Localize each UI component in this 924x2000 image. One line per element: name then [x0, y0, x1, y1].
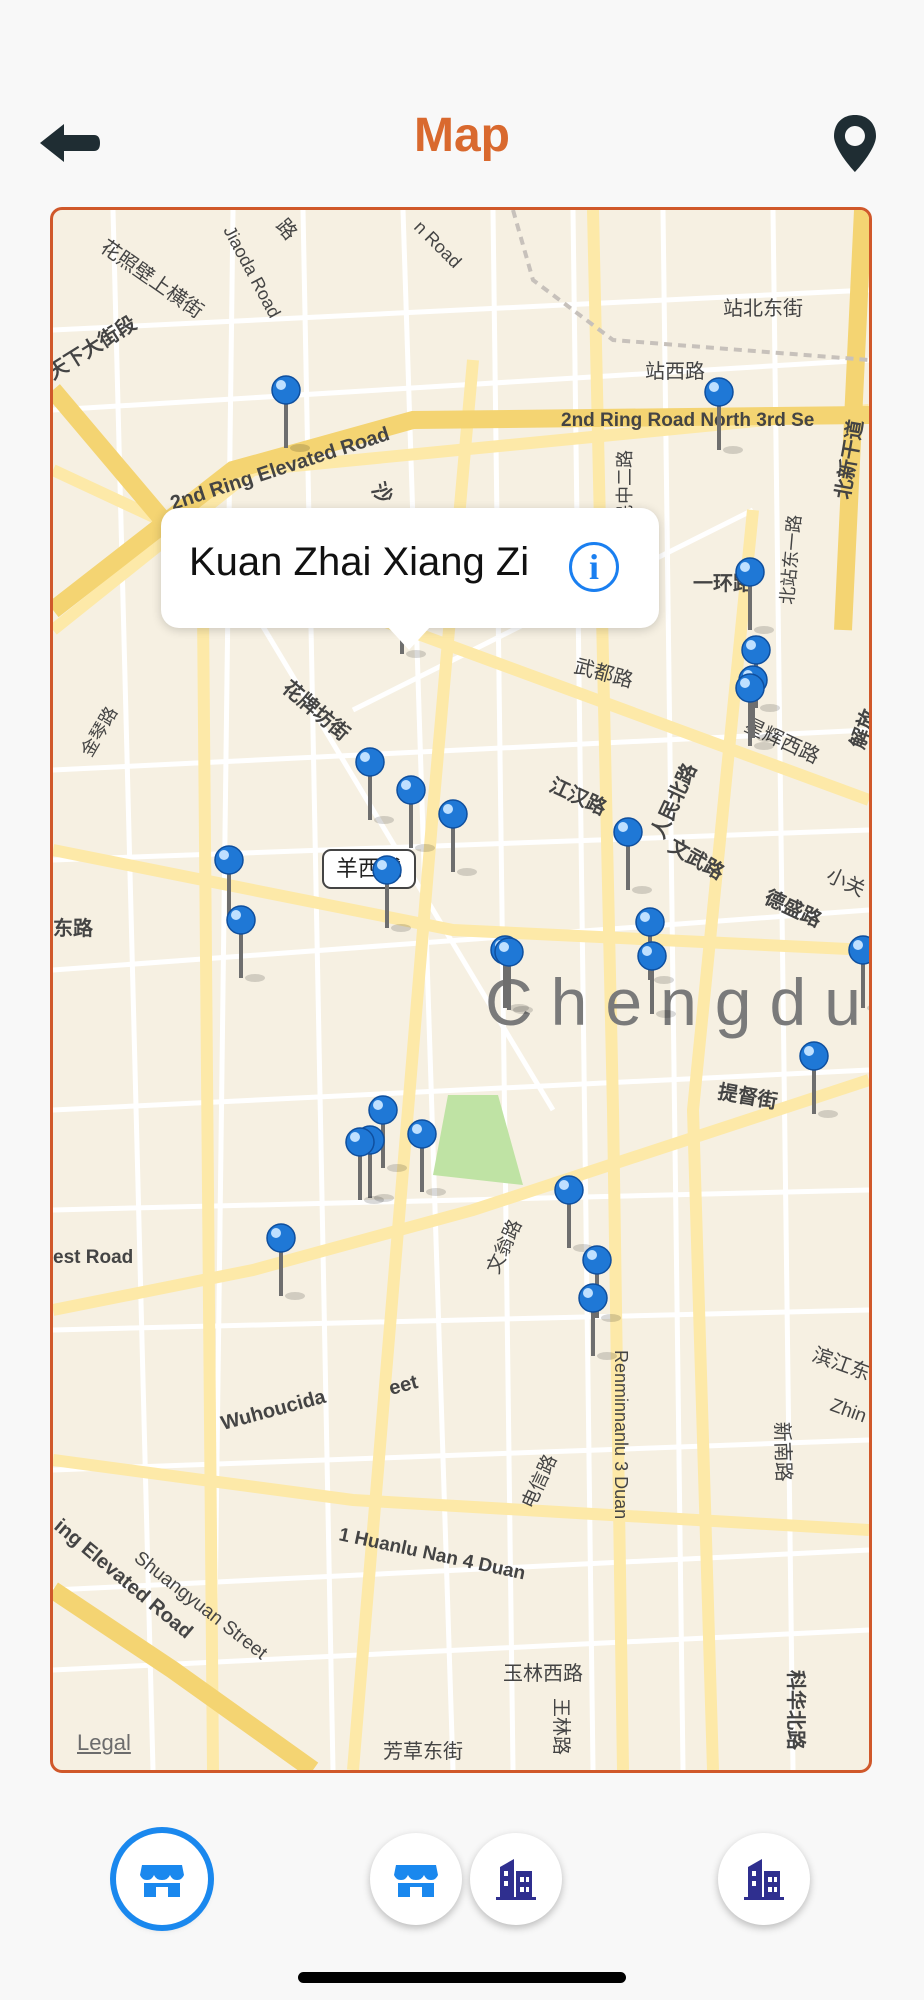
street-label: 芳草东街 [383, 1740, 463, 1763]
info-button[interactable]: i [569, 542, 619, 592]
map-pin[interactable] [613, 817, 652, 894]
map-pin[interactable] [226, 905, 265, 982]
street-label: 新南路 [770, 1421, 795, 1482]
street-label: 滨江东 [809, 1343, 869, 1385]
street-label: 科华北路 [784, 1670, 808, 1751]
building-toggle-button[interactable] [470, 1833, 562, 1925]
building-filter-button[interactable] [718, 1833, 810, 1925]
street-label: 花牌坊街 [278, 675, 355, 745]
street-label: 金琴路 [77, 703, 121, 760]
building-icon [496, 1859, 536, 1900]
street-label: Zhin [827, 1395, 869, 1427]
street-label: Renminnanlu 3 Duan [611, 1350, 631, 1519]
street-label: 提督街 [716, 1079, 779, 1113]
street-label: est Road [53, 1247, 133, 1268]
street-label: 德盛路 [761, 885, 826, 933]
map-canvas[interactable]: 2nd Ring Elevated Road 2nd Ring Road Nor… [53, 210, 869, 1770]
store-icon [140, 1865, 184, 1897]
legal-link[interactable]: Legal [77, 1730, 131, 1756]
street-label: 东路 [53, 916, 94, 940]
street-label: Jiaoda Road [219, 222, 284, 321]
park-area [433, 1095, 523, 1185]
building-icon [744, 1859, 784, 1900]
header: Map [0, 90, 924, 190]
street-label: 电信路 [518, 1451, 562, 1512]
store-icon [394, 1865, 438, 1897]
street-label: n Road [410, 217, 465, 272]
store-toggle-button[interactable] [370, 1833, 462, 1925]
street-label: 沙 [367, 478, 397, 508]
location-pin-icon [834, 115, 876, 172]
street-label: 文翁路 [483, 1216, 527, 1277]
bottom-bar [0, 1825, 924, 1955]
street-label: Wuhoucida [219, 1386, 329, 1435]
street-label: 2nd Ring Elevated Road [168, 423, 393, 515]
street-label: 玉林西路 [503, 1662, 583, 1685]
railway-line [511, 210, 869, 362]
street-label: 2nd Ring Road North 3rd Se [561, 410, 814, 431]
map-pin[interactable] [438, 799, 477, 876]
street-label: 小关 [823, 864, 869, 902]
page-title: Map [414, 109, 510, 162]
place-callout[interactable]: Kuan Zhai Xiang Zi i [161, 508, 659, 650]
city-label: Chengdu [485, 965, 869, 1039]
map-view[interactable]: 2nd Ring Elevated Road 2nd Ring Road Nor… [50, 207, 872, 1773]
street-label: 站北东街 [723, 297, 803, 320]
info-icon: i [588, 547, 599, 587]
street-label: 北站东一路 [777, 514, 805, 605]
callout-title: Kuan Zhai Xiang Zi [189, 540, 530, 584]
home-indicator [298, 1972, 626, 1983]
street-label: 解放 [845, 705, 869, 752]
street-label: 人民北路 [646, 759, 702, 843]
street-label: 站西路 [645, 360, 705, 383]
location-button[interactable] [830, 112, 880, 176]
store-filter-button[interactable] [116, 1833, 208, 1925]
street-label: 北新干道 [830, 418, 868, 501]
street-label: 王林路 [550, 1698, 572, 1755]
street-label: 天下大街段 [53, 311, 140, 384]
street-label: 路 [271, 214, 301, 244]
